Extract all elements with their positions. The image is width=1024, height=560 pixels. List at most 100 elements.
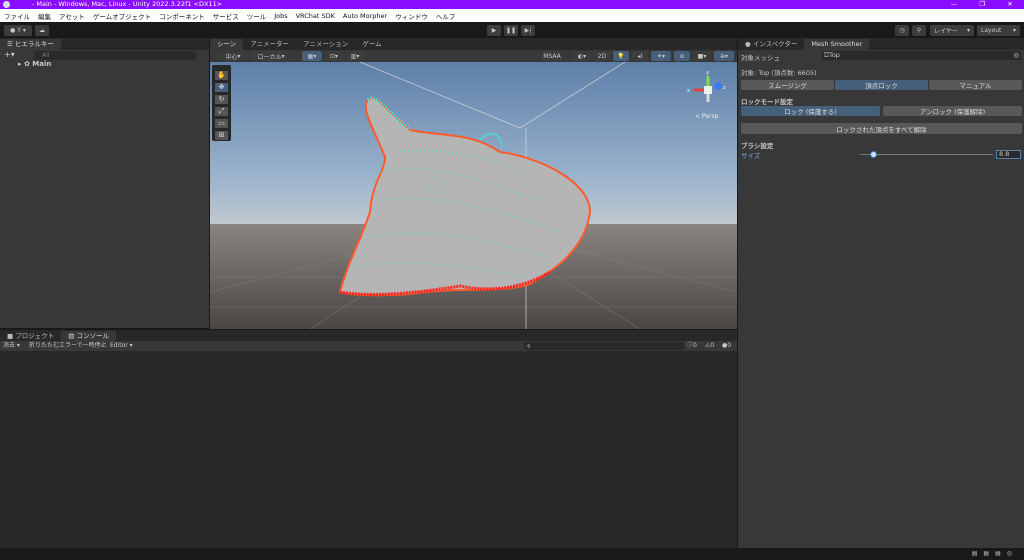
tab-scene[interactable]: シーン	[210, 39, 244, 50]
warning-count[interactable]: ⚠0	[705, 341, 714, 351]
2d-toggle[interactable]: 2D	[594, 51, 610, 61]
camera-dropdown[interactable]: ■▾	[693, 51, 711, 61]
svg-text:y: y	[706, 70, 709, 76]
menu-jobs[interactable]: Jobs	[274, 12, 287, 20]
menu-edit[interactable]: 編集	[38, 11, 51, 21]
history-icon: ◷	[899, 27, 905, 34]
size-label: サイズ	[741, 152, 761, 160]
scene-viewport[interactable]: y x z < Persp	[210, 62, 737, 329]
pivot-dropdown[interactable]: 中心 ▾	[218, 51, 248, 61]
tab-smoothing[interactable]: スムージング	[741, 80, 834, 90]
editor-dropdown[interactable]: Editor ▾	[110, 341, 133, 351]
target-mesh-field[interactable]: ⛋Top ◎	[822, 51, 1021, 60]
hierarchy-panel: ☰ ヒエラルキー +▾ All ▸ ✿ Main	[0, 38, 209, 328]
layout-dropdown[interactable]: Layout ▾	[977, 25, 1020, 36]
size-input[interactable]: 8.8	[996, 150, 1021, 159]
chevron-down-icon: ▾	[1012, 27, 1016, 34]
menu-help[interactable]: ヘルプ	[436, 11, 456, 21]
chevron-down-icon: ▾	[966, 27, 970, 34]
menu-component[interactable]: コンポーネント	[159, 11, 205, 21]
menu-assets[interactable]: アセット	[59, 11, 85, 21]
svg-text:z: z	[723, 85, 726, 91]
window-title: - Main - Windows, Mac, Linux - Unity 202…	[32, 0, 223, 8]
unity-scene-icon: ✿	[23, 60, 30, 68]
play-button[interactable]: ▶	[487, 25, 501, 36]
hand-tool-icon[interactable]: ✋	[215, 71, 228, 80]
tab-vertex-lock[interactable]: 頂点ロック	[835, 80, 928, 90]
tab-hierarchy[interactable]: ☰ ヒエラルキー	[0, 39, 61, 50]
tab-game[interactable]: ゲーム	[355, 39, 388, 50]
step-button[interactable]: ▶|	[521, 25, 535, 36]
unity-logo-icon	[3, 1, 10, 8]
effects-dropdown[interactable]: ✦▾	[651, 51, 671, 61]
console-search-input[interactable]: ⚲	[524, 342, 684, 350]
size-slider-thumb[interactable]	[870, 151, 878, 158]
status-icons: ▤▤▤◎	[971, 550, 1018, 557]
error-count[interactable]: ●0	[722, 341, 731, 351]
svg-text:x: x	[687, 88, 690, 94]
log-count[interactable]: ⓘ0	[687, 341, 697, 351]
persp-label: < Persp	[695, 113, 719, 120]
target-mesh-label: 対象メッシュ	[741, 54, 780, 62]
size-slider[interactable]	[860, 154, 993, 155]
increment-toggle[interactable]: ▥▾	[346, 51, 364, 61]
tab-mesh-smoother[interactable]: Mesh Smoother	[804, 39, 870, 50]
unlock-button[interactable]: アンロック (保護解除)	[883, 106, 1022, 116]
object-picker-icon[interactable]: ◎	[1013, 51, 1019, 60]
search-icon: ⚲	[916, 27, 922, 34]
pause-icon: ❚❚	[505, 27, 517, 34]
menu-tools[interactable]: ツール	[247, 11, 267, 21]
brush-settings-heading: ブラシ設定	[741, 142, 774, 150]
add-button[interactable]: +▾	[4, 50, 15, 59]
menu-auto-morpher[interactable]: Auto Morpher	[343, 12, 387, 20]
transform-tool-icon[interactable]: ⊞	[215, 131, 228, 140]
msaa-button[interactable]: MSAA	[542, 51, 562, 61]
tools-overlay: ✋ ✥ ↻ ⤢ ▭ ⊞	[212, 65, 231, 141]
menu-window[interactable]: ウィンドウ	[395, 11, 428, 21]
title-bar: - Main - Windows, Mac, Linux - Unity 202…	[0, 0, 1024, 9]
tab-animator[interactable]: アニメーター	[243, 39, 296, 50]
clear-button[interactable]: 消去 ▾	[3, 341, 20, 351]
search-button[interactable]: ⚲	[912, 25, 926, 36]
tab-manual[interactable]: マニュアル	[929, 80, 1022, 90]
cloud-button[interactable]: ☁	[35, 25, 49, 36]
lock-button[interactable]: ロック (保護する)	[741, 106, 880, 116]
scene-item-main[interactable]: ▸ ✿ Main	[18, 60, 51, 68]
play-icon: ▶	[491, 27, 497, 34]
menu-gameobject[interactable]: ゲームオブジェクト	[93, 11, 151, 21]
pause-button[interactable]: ❚❚	[504, 25, 518, 36]
tab-inspector[interactable]: ● インスペクター	[738, 39, 804, 50]
main-toolbar: ● Y ▾ ☁ ▶ ❚❚ ▶| ◷ ⚲ レイヤー ▾ Layout ▾	[0, 22, 1024, 38]
minimize-button[interactable]: —	[940, 0, 968, 9]
target-info: 対象: Top (頂点数: 6605)	[741, 69, 817, 77]
maximize-button[interactable]: ❐	[968, 0, 996, 9]
rect-tool-icon[interactable]: ▭	[215, 119, 228, 128]
hidden-toggle[interactable]: ⊘	[674, 51, 690, 61]
unlock-all-button[interactable]: ロックされた頂点をすべて解除	[741, 123, 1022, 134]
scene-panel: シーン アニメーター アニメーション ゲーム 中心 ▾ ローカル ▾ ▦▾ ⊡▾ ▥…	[210, 38, 737, 329]
history-button[interactable]: ◷	[895, 25, 909, 36]
account-button[interactable]: ● Y ▾	[4, 25, 32, 36]
snap-toggle[interactable]: ⊡▾	[325, 51, 343, 61]
gizmos-dropdown[interactable]: ⊕▾	[714, 51, 734, 61]
tab-animation[interactable]: アニメーション	[296, 39, 355, 50]
menu-bar: ファイル 編集 アセット ゲームオブジェクト コンポーネント サービス ツール …	[0, 9, 1024, 22]
move-tool-icon[interactable]: ✥	[215, 83, 228, 92]
close-button[interactable]: ✕	[996, 0, 1024, 9]
audio-toggle[interactable]: ◂)	[632, 51, 648, 61]
collapse-toggle[interactable]: 折りたたむ	[29, 341, 59, 351]
error-pause-toggle[interactable]: エラーで一時停止	[59, 341, 107, 351]
rotate-tool-icon[interactable]: ↻	[215, 95, 228, 104]
console-panel: ■ プロジェクト ▤ コンソール 消去 ▾ 折りたたむ エラーで一時停止 Edi…	[0, 330, 737, 548]
menu-file[interactable]: ファイル	[4, 11, 30, 21]
space-dropdown[interactable]: ローカル ▾	[252, 51, 290, 61]
shading-dropdown[interactable]: ◐▾	[573, 51, 591, 61]
hierarchy-search-input[interactable]: All	[34, 51, 196, 60]
lighting-toggle[interactable]: 💡	[613, 51, 629, 61]
scale-tool-icon[interactable]: ⤢	[215, 107, 228, 116]
menu-services[interactable]: サービス	[213, 11, 239, 21]
menu-vrchat-sdk[interactable]: VRChat SDK	[296, 12, 335, 20]
lock-mode-heading: ロックモード設定	[741, 98, 793, 106]
grid-toggle[interactable]: ▦▾	[302, 51, 322, 61]
layers-dropdown[interactable]: レイヤー ▾	[930, 25, 974, 36]
